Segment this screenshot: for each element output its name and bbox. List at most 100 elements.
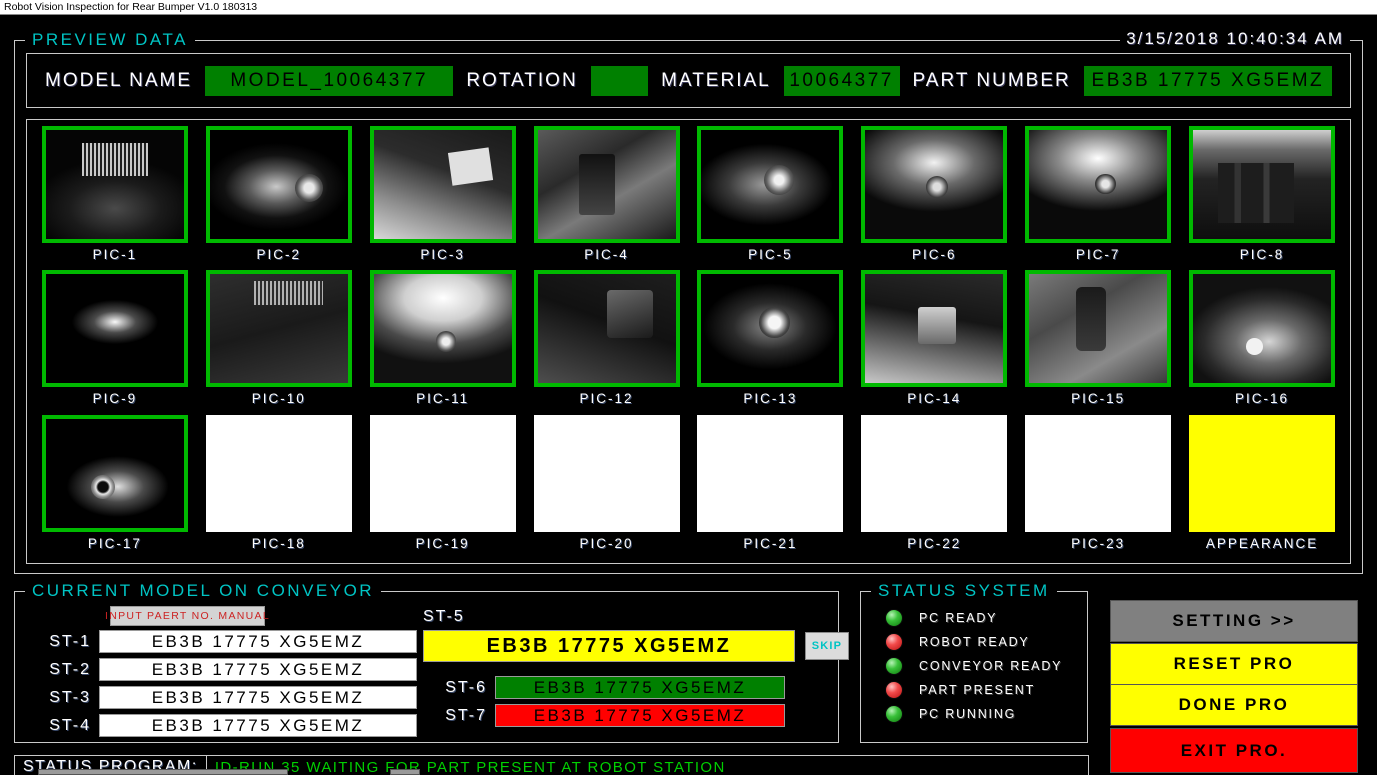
station-label-st5: ST-5 — [423, 608, 465, 626]
thumbnail-image[interactable] — [861, 270, 1007, 387]
vision-capture-image — [1029, 130, 1167, 239]
window-title-text: Robot Vision Inspection for Rear Bumper … — [4, 1, 257, 13]
thumbnail-image[interactable] — [534, 270, 680, 387]
thumbnail-label: PIC-17 — [88, 536, 142, 551]
thumbnail-image[interactable] — [1025, 270, 1171, 387]
skip-button[interactable]: SKIP — [805, 632, 849, 660]
station-value-st7[interactable]: EB3B 17775 XG5EMZ — [495, 704, 785, 727]
model-name-value: MODEL_10064377 — [205, 66, 453, 96]
thumbnail-image[interactable] — [861, 126, 1007, 243]
vision-capture-image — [46, 130, 184, 239]
material-label: MATERIAL — [661, 70, 771, 92]
thumbnail-cell: PIC-1 — [35, 126, 195, 268]
thumbnail-cell: PIC-9 — [35, 270, 195, 412]
thumbnail-label: PIC-14 — [907, 391, 961, 406]
status-indicator-list: PC READYROBOT READYCONVEYOR READYPART PR… — [861, 592, 1087, 726]
exit-pro-button[interactable]: EXIT PRO. — [1110, 728, 1358, 773]
thumbnail-cell: PIC-19 — [363, 415, 523, 557]
station-row-st6: ST-6 EB3B 17775 XG5EMZ — [439, 676, 785, 699]
thumbnail-cell: PIC-15 — [1018, 270, 1178, 412]
thumbnail-image[interactable] — [861, 415, 1007, 532]
status-indicator-label: CONVEYOR READY — [919, 659, 1062, 673]
thumbnail-image[interactable] — [697, 126, 843, 243]
thumbnail-label: PIC-2 — [257, 247, 302, 262]
thumbnail-image[interactable] — [1025, 415, 1171, 532]
thumbnail-cell: PIC-13 — [691, 270, 851, 412]
status-indicator-row: ROBOT READY — [861, 630, 1087, 654]
status-led-red — [885, 681, 903, 699]
vision-capture-image — [865, 130, 1003, 239]
vision-capture-image — [46, 274, 184, 383]
thumbnail-image[interactable] — [42, 270, 188, 387]
station-value-st4[interactable]: EB3B 17775 XG5EMZ — [99, 714, 417, 737]
vision-capture-image — [538, 274, 676, 383]
reset-pro-button[interactable]: RESET PRO — [1110, 643, 1358, 685]
station-value-st2[interactable]: EB3B 17775 XG5EMZ — [99, 658, 417, 681]
thumbnail-label: PIC-20 — [580, 536, 634, 551]
thumbnail-label: PIC-15 — [1071, 391, 1125, 406]
thumbnail-image[interactable] — [697, 415, 843, 532]
station-value-st6[interactable]: EB3B 17775 XG5EMZ — [495, 676, 785, 699]
thumbnail-label: PIC-4 — [584, 247, 629, 262]
appearance-result-swatch[interactable] — [1189, 415, 1335, 532]
thumbnail-cell: PIC-17 — [35, 415, 195, 557]
thumbnail-label: PIC-13 — [743, 391, 797, 406]
thumbnail-label: APPEARANCE — [1206, 536, 1318, 551]
model-name-label: MODEL NAME — [45, 70, 192, 92]
thumbnail-image[interactable] — [42, 415, 188, 532]
thumbnail-image[interactable] — [370, 270, 516, 387]
vision-capture-image — [1193, 130, 1331, 239]
vision-capture-image — [701, 274, 839, 383]
station-value-st3[interactable]: EB3B 17775 XG5EMZ — [99, 686, 417, 709]
thumbnail-label: PIC-3 — [420, 247, 465, 262]
thumbnail-image[interactable] — [206, 415, 352, 532]
vision-capture-image — [538, 130, 676, 239]
thumbnail-label: PIC-6 — [912, 247, 957, 262]
thumbnail-image[interactable] — [42, 126, 188, 243]
thumbnail-image[interactable] — [697, 270, 843, 387]
thumbnail-image[interactable] — [370, 415, 516, 532]
status-indicator-row: PC RUNNING — [861, 702, 1087, 726]
thumbnail-label: PIC-16 — [1235, 391, 1289, 406]
status-indicator-label: PART PRESENT — [919, 683, 1035, 697]
vision-capture-image — [210, 274, 348, 383]
thumbnail-cell: PIC-20 — [527, 415, 687, 557]
thumbnail-cell: PIC-10 — [199, 270, 359, 412]
thumbnail-image[interactable] — [534, 126, 680, 243]
thumbnail-label: PIC-12 — [580, 391, 634, 406]
inspection-thumbnail-grid: PIC-1PIC-2PIC-3PIC-4PIC-5PIC-6PIC-7PIC-8… — [26, 119, 1351, 564]
thumbnail-image[interactable] — [206, 270, 352, 387]
station-value-st1[interactable]: EB3B 17775 XG5EMZ — [99, 630, 417, 653]
thumbnail-image[interactable] — [1189, 126, 1335, 243]
vision-capture-image — [374, 130, 512, 239]
thumbnail-image[interactable] — [534, 415, 680, 532]
done-pro-button[interactable]: DONE PRO — [1110, 684, 1358, 726]
thumbnail-cell: PIC-6 — [854, 126, 1014, 268]
thumbnail-label: PIC-18 — [252, 536, 306, 551]
model-info-bar: MODEL NAME MODEL_10064377 ROTATION MATER… — [26, 53, 1351, 108]
setting-button[interactable]: SETTING >> — [1110, 600, 1358, 642]
thumbnail-label: PIC-5 — [748, 247, 793, 262]
vision-capture-image — [865, 274, 1003, 383]
status-led-green — [885, 657, 903, 675]
preview-data-legend: PREVIEW DATA — [25, 30, 195, 50]
current-model-on-conveyor-panel: CURRENT MODEL ON CONVEYOR INPUT PAERT NO… — [14, 591, 839, 743]
vision-capture-image — [374, 274, 512, 383]
thumbnail-cell: PIC-12 — [527, 270, 687, 412]
thumbnail-cell: PIC-18 — [199, 415, 359, 557]
thumbnail-label: PIC-1 — [93, 247, 138, 262]
part-number-value: EB3B 17775 XG5EMZ — [1084, 66, 1332, 96]
thumbnail-image[interactable] — [1189, 270, 1335, 387]
thumbnail-image[interactable] — [1025, 126, 1171, 243]
thumbnail-image[interactable] — [206, 126, 352, 243]
station-label-st1: ST-1 — [43, 633, 91, 651]
thumbnail-cell: PIC-2 — [199, 126, 359, 268]
vision-capture-image — [1029, 274, 1167, 383]
station-label-st7: ST-7 — [439, 707, 487, 725]
offscreen-control-b — [390, 769, 420, 775]
thumbnail-image[interactable] — [370, 126, 516, 243]
thumbnail-cell: PIC-14 — [854, 270, 1014, 412]
station-value-st5[interactable]: EB3B 17775 XG5EMZ — [423, 630, 795, 662]
thumbnail-cell: PIC-3 — [363, 126, 523, 268]
input-part-no-manual-button[interactable]: INPUT PAERT NO. MANUAL — [110, 606, 265, 626]
